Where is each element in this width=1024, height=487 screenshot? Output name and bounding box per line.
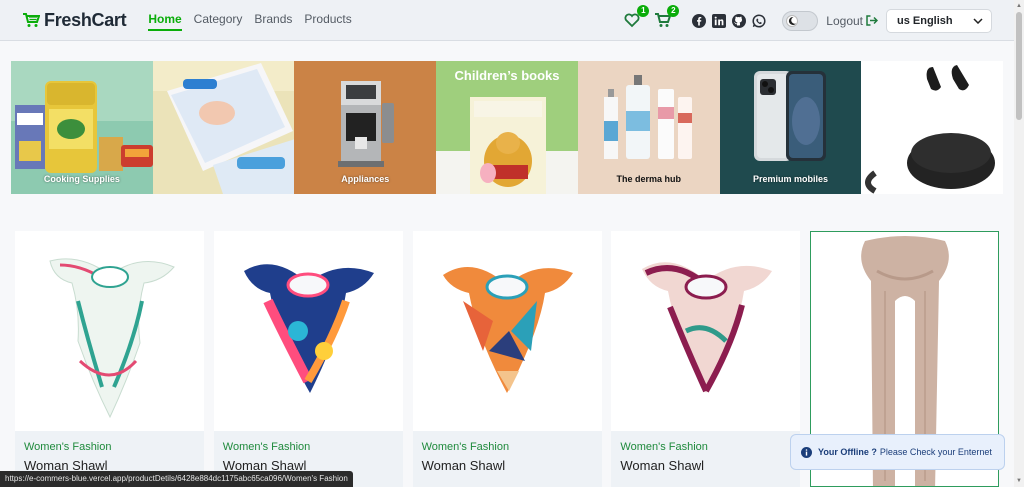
scroll-up-arrow-icon[interactable]: ▲ — [1016, 3, 1022, 9]
category-slide-audio[interactable] — [861, 61, 1004, 194]
product-category[interactable]: Women's Fashion — [24, 441, 195, 453]
wishlist-button[interactable]: 1 — [624, 4, 650, 30]
slide-caption: Appliances — [341, 174, 390, 184]
product-image — [214, 231, 403, 431]
slide-caption: Premium mobiles — [752, 174, 828, 184]
category-slide-derma-hub[interactable]: The derma hub — [577, 61, 720, 194]
logout-button[interactable]: Logout — [826, 14, 878, 28]
scarf-image-burgundy — [641, 262, 772, 393]
info-icon — [801, 446, 812, 458]
category-slide-cooking-supplies[interactable]: Cooking Supplies — [11, 61, 153, 194]
category-slider: Cooking Supplies Appliances Children’s b… — [11, 61, 1004, 194]
facebook-icon[interactable] — [692, 13, 707, 28]
nav-link-products[interactable]: Products — [304, 9, 351, 31]
cart-count-badge: 2 — [667, 4, 680, 17]
navbar: FreshCart Home Category Brands Products … — [0, 0, 1014, 41]
github-icon[interactable] — [732, 13, 747, 28]
brand-name: FreshCart — [44, 9, 127, 30]
cart-logo-icon — [23, 13, 40, 27]
product-image — [413, 231, 602, 431]
category-slide-premium-mobiles[interactable]: Premium mobiles — [719, 61, 862, 194]
nav-link-brands[interactable]: Brands — [254, 9, 292, 31]
slide-heading: Children’s books — [454, 68, 560, 83]
page-scrollbar[interactable]: ▲ ▼ — [1014, 0, 1024, 487]
product-image — [15, 231, 204, 431]
product-card[interactable]: Women's Fashion Woman Shawl — [213, 231, 403, 487]
nav-link-home[interactable]: Home — [148, 9, 182, 31]
product-category[interactable]: Women's Fashion — [422, 441, 593, 453]
moon-icon — [789, 16, 797, 25]
nav-link-category[interactable]: Category — [194, 9, 243, 31]
scroll-thumb[interactable] — [1016, 12, 1022, 120]
nav-right: 1 2 Logout us English — [624, 0, 992, 41]
product-category[interactable]: Women's Fashion — [620, 441, 791, 453]
logout-label: Logout — [826, 13, 863, 28]
nav-links: Home Category Brands Products — [148, 9, 363, 31]
brand-logo[interactable]: FreshCart — [22, 9, 127, 31]
toast-message: Please Check your Enternet — [879, 447, 992, 457]
scarf-image-navy-pink — [244, 264, 375, 393]
toast-title: Your Offline ? — [818, 447, 877, 457]
category-slide-appliances[interactable]: Appliances — [294, 61, 437, 194]
product-title[interactable]: Woman Shawl — [422, 458, 593, 473]
product-card[interactable]: Women's Fashion Woman Shawl — [611, 231, 801, 487]
status-bar-url: https://e-commers-blue.vercel.app/produc… — [0, 471, 353, 487]
language-value: us English — [897, 14, 953, 27]
product-image — [611, 231, 800, 431]
product-card[interactable]: Women's Fashion Woman Shawl — [412, 231, 602, 487]
wishlist-count-badge: 1 — [637, 4, 650, 17]
scarf-image-green-white — [48, 258, 175, 419]
scroll-down-arrow-icon[interactable]: ▼ — [1016, 478, 1022, 484]
product-info: Women's Fashion Woman Shawl — [611, 431, 801, 487]
slide-caption: The derma hub — [616, 174, 681, 184]
language-select[interactable]: us English — [886, 8, 992, 33]
product-title[interactable]: Woman Shawl — [620, 458, 791, 473]
chevron-down-icon — [973, 17, 983, 24]
category-slide-baby[interactable] — [152, 61, 295, 194]
cart-button[interactable]: 2 — [654, 4, 680, 30]
logout-icon — [866, 15, 878, 26]
dark-mode-toggle[interactable] — [782, 10, 819, 31]
offline-toast: Your Offline ? Please Check your Enterne… — [790, 434, 1005, 470]
slide-caption: Cooking Supplies — [43, 174, 120, 184]
whatsapp-icon[interactable] — [752, 13, 766, 28]
scarf-image-orange-teal — [443, 267, 574, 393]
linkedin-icon[interactable] — [712, 13, 727, 28]
diapers-pack-image — [152, 61, 295, 194]
product-info: Women's Fashion Woman Shawl — [412, 431, 602, 487]
category-slide-childrens-books[interactable]: Children’s books — [436, 61, 578, 194]
product-card[interactable]: Women's Fashion Woman Shawl — [15, 231, 204, 487]
earbuds-image — [861, 61, 1004, 194]
product-category[interactable]: Women's Fashion — [223, 441, 394, 453]
